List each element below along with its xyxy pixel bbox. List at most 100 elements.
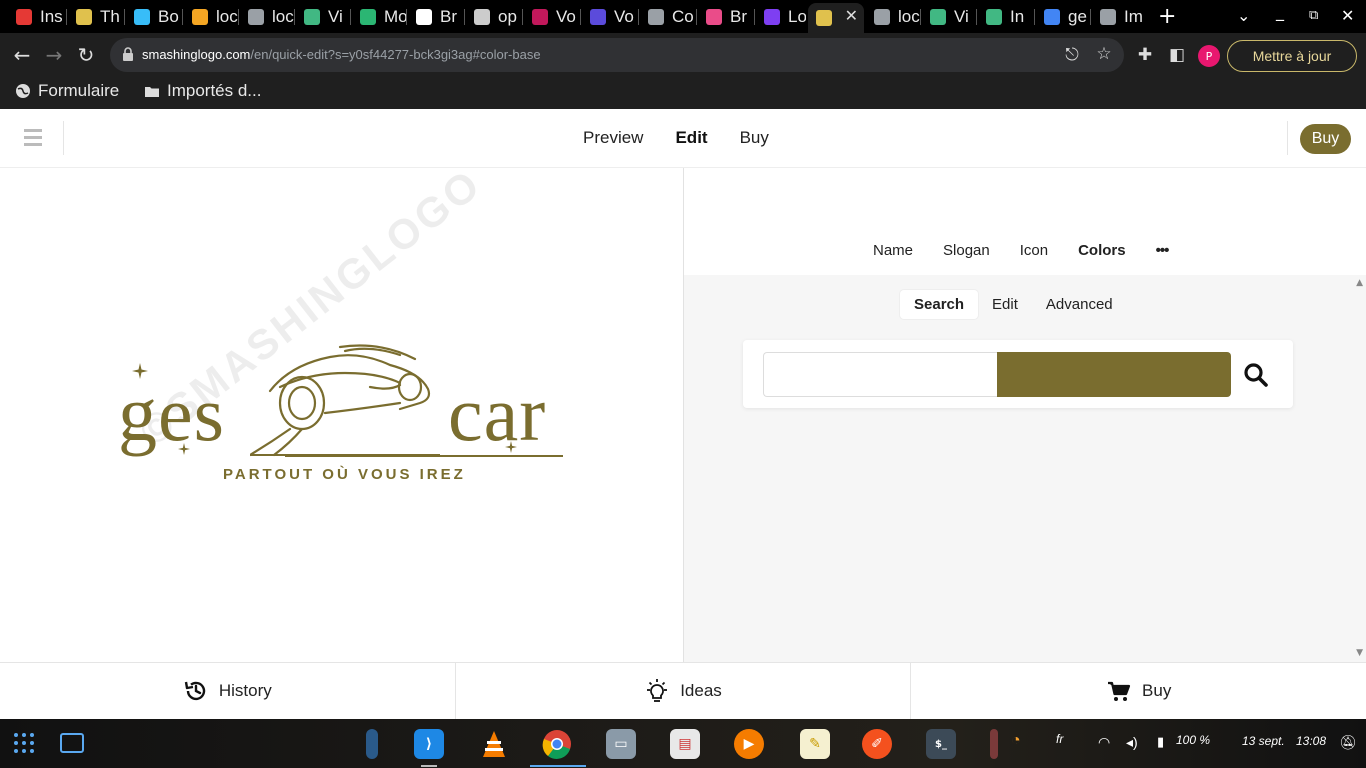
extensions-icon[interactable]: ✚ — [1135, 45, 1155, 65]
browser-tab[interactable]: Vi — [922, 3, 976, 31]
media-player-icon[interactable]: ▶ — [734, 729, 764, 759]
ideas-button[interactable]: Ideas — [456, 663, 912, 719]
bookmark-formulaire[interactable]: Formulaire — [15, 81, 119, 101]
browser-tab[interactable]: loc — [184, 3, 238, 31]
buy-label: Buy — [1142, 681, 1172, 700]
tab-favicon-icon — [416, 9, 432, 25]
wifi-icon[interactable]: ◠ — [1098, 734, 1110, 751]
scroll-down-arrow[interactable]: ▼ — [1356, 648, 1363, 658]
share-icon[interactable]: ⎋ — [1062, 45, 1082, 65]
reload-icon[interactable]: ↻ — [73, 42, 99, 68]
tab-separator — [1034, 9, 1035, 25]
browser-tab[interactable]: Br — [698, 3, 754, 31]
forward-icon[interactable]: → — [41, 42, 67, 68]
maximize-icon[interactable]: ⧉ — [1309, 8, 1318, 23]
terminal-icon[interactable]: $_ — [926, 729, 956, 759]
time-label[interactable]: 13:08 — [1296, 734, 1326, 748]
new-tab-button[interactable]: + — [1158, 4, 1176, 29]
close-tab-icon[interactable]: ✕ — [845, 6, 858, 25]
tab-colors[interactable]: Colors — [1078, 242, 1126, 259]
vscode-icon[interactable]: ⟩ — [414, 729, 444, 759]
tab-favicon-icon — [816, 10, 832, 26]
battery-icon[interactable]: ▮ — [1157, 734, 1164, 750]
tab-separator — [238, 9, 239, 25]
bookmark-star-icon[interactable]: ☆ — [1094, 44, 1114, 64]
selected-color-swatch[interactable] — [997, 352, 1231, 397]
app-grid-icon[interactable] — [13, 732, 35, 754]
browser-tab[interactable]: Mo — [352, 3, 406, 31]
date-label[interactable]: 13 sept. — [1242, 734, 1285, 748]
tab-favicon-icon — [474, 9, 490, 25]
nav-edit[interactable]: Edit — [675, 128, 707, 148]
tab-icon[interactable]: Icon — [1020, 242, 1048, 259]
tab-search-icon[interactable]: ⌄ — [1237, 6, 1250, 25]
browser-tab[interactable]: Vo — [582, 3, 638, 31]
search-icon[interactable] — [1243, 362, 1269, 388]
more-options-icon[interactable]: ••• — [1156, 242, 1170, 259]
history-button[interactable]: History — [0, 663, 456, 719]
tab-title: Vi — [954, 7, 969, 26]
update-button[interactable]: Mettre à jour — [1227, 40, 1357, 72]
tab-title: Lo — [788, 7, 806, 26]
browser-tab[interactable]: Ins — [8, 3, 66, 31]
header-buy-button[interactable]: Buy — [1300, 124, 1351, 154]
side-panel-icon[interactable]: ◧ — [1167, 45, 1187, 65]
chrome-icon[interactable] — [542, 729, 572, 759]
minimize-icon[interactable]: _ — [1276, 2, 1284, 21]
tab-separator — [464, 9, 465, 25]
browser-tab[interactable]: loc — [240, 3, 294, 31]
browser-tab[interactable]: op — [466, 3, 522, 31]
tab-slogan[interactable]: Slogan — [943, 242, 990, 259]
bottom-buy-button[interactable]: Buy — [911, 663, 1366, 719]
window-switcher-icon[interactable] — [60, 733, 84, 753]
vlc-icon[interactable] — [479, 729, 509, 759]
browser-tab[interactable]: Th — [68, 3, 124, 31]
browser-tab[interactable]: Lo — [756, 3, 806, 31]
globe-icon — [16, 84, 30, 98]
nav-preview[interactable]: Preview — [583, 128, 643, 148]
keyboard-layout[interactable]: fr — [1056, 732, 1063, 746]
bookmark-folder-imported[interactable]: Importés d... — [144, 81, 261, 101]
browser-tab[interactable]: Bo — [126, 3, 182, 31]
tab-name[interactable]: Name — [873, 242, 913, 259]
tab-title: loc — [272, 7, 294, 26]
subtab-edit[interactable]: Edit — [978, 290, 1032, 319]
nav-buy[interactable]: Buy — [740, 128, 769, 148]
menu-icon[interactable] — [24, 129, 42, 147]
app-icon-partial[interactable] — [366, 729, 378, 759]
back-icon[interactable]: ← — [9, 42, 35, 68]
browser-tab[interactable]: Vo — [524, 3, 580, 31]
subtab-search[interactable]: Search — [900, 290, 979, 319]
files-icon[interactable]: ▭ — [606, 729, 636, 759]
draw-app-icon[interactable]: ✐ — [862, 729, 892, 759]
timer-icon[interactable]: ◔ — [1011, 732, 1021, 750]
tab-title: Mo — [384, 7, 406, 26]
close-window-icon[interactable]: ✕ — [1341, 6, 1354, 25]
notifications-off-icon[interactable]: 🔕︎ — [1339, 734, 1357, 751]
ideas-label: Ideas — [680, 681, 722, 700]
browser-tab[interactable]: ✕ — [808, 3, 864, 33]
browser-tab[interactable]: Vi — [296, 3, 350, 31]
browser-tab[interactable]: Im — [1092, 3, 1148, 31]
browser-tab[interactable]: Br — [408, 3, 464, 31]
volume-icon[interactable]: ◂) — [1126, 734, 1138, 751]
browser-tab[interactable]: ge — [1036, 3, 1090, 31]
browser-tab[interactable]: In — [978, 3, 1034, 31]
editor-tabs-area: Name Slogan Icon Colors ••• — [684, 168, 1366, 275]
tab-title: Br — [440, 7, 457, 26]
color-search-input[interactable] — [763, 352, 998, 397]
address-bar[interactable]: smashinglogo.com/en/quick-edit?s=y0sf442… — [110, 38, 1124, 72]
browser-tab[interactable]: Co — [640, 3, 696, 31]
document-viewer-icon[interactable]: ▤ — [670, 729, 700, 759]
subtab-advanced[interactable]: Advanced — [1032, 290, 1127, 319]
browser-tab[interactable]: loc — [866, 3, 920, 31]
tab-favicon-icon — [930, 9, 946, 25]
app-icon-partial[interactable] — [990, 729, 998, 759]
scroll-up-arrow[interactable]: ▲ — [1356, 278, 1363, 288]
text-editor-icon[interactable]: ✎ — [800, 729, 830, 759]
tab-favicon-icon — [248, 9, 264, 25]
profile-avatar[interactable]: P — [1198, 45, 1220, 67]
tab-favicon-icon — [16, 9, 32, 25]
logo: ges car PARTOUT OÙ VOUS IREZ — [110, 343, 580, 493]
editor-tabs: Name Slogan Icon Colors ••• — [873, 242, 1170, 259]
